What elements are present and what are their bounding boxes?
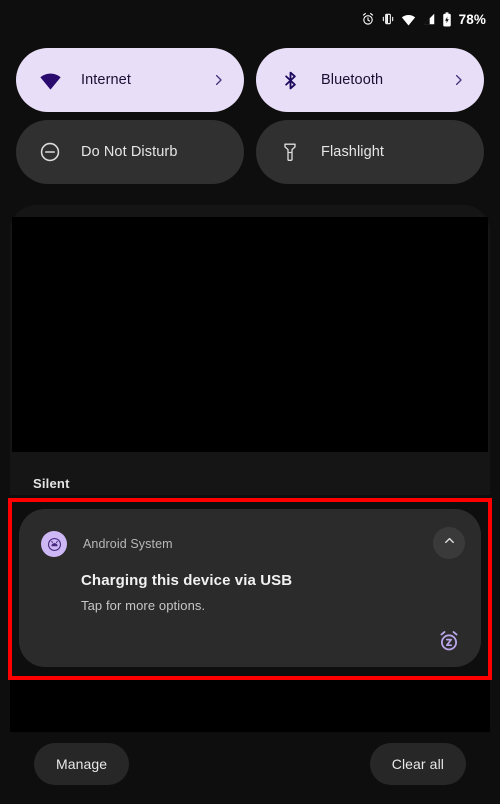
wifi-icon <box>401 12 416 27</box>
notification-card-android-system[interactable]: Android System Charging this device via … <box>19 509 481 667</box>
snooze-alarm-icon <box>437 629 461 658</box>
notification-shade: 78% Internet Bluetooth Do Not Disturb Fl… <box>0 0 500 804</box>
android-system-icon <box>41 531 67 557</box>
wifi-icon <box>38 68 62 92</box>
clear-all-button[interactable]: Clear all <box>369 743 466 785</box>
shade-bottom-fill <box>10 680 490 732</box>
notification-body-text: Tap for more options. <box>81 598 206 613</box>
status-bar: 78% <box>0 0 500 38</box>
qs-tile-internet[interactable]: Internet <box>16 48 244 112</box>
notification-footer: Manage Clear all <box>0 742 500 786</box>
qs-tile-label-do-not-disturb: Do Not Disturb <box>81 144 178 160</box>
notification-highlight-box: Android System Charging this device via … <box>8 498 492 680</box>
flashlight-icon <box>278 140 302 164</box>
status-bar-icons: 78% <box>361 12 486 27</box>
qs-tile-flashlight[interactable]: Flashlight <box>256 120 484 184</box>
bluetooth-icon <box>278 68 302 92</box>
notification-collapse-button[interactable] <box>433 527 465 559</box>
quick-settings-grid: Internet Bluetooth Do Not Disturb Flashl… <box>16 48 484 184</box>
qs-tile-do-not-disturb[interactable]: Do Not Disturb <box>16 120 244 184</box>
notification-title: Charging this device via USB <box>81 572 293 589</box>
media-placeholder-region <box>12 217 488 452</box>
notification-app-name: Android System <box>83 537 173 551</box>
alarm-icon <box>361 12 375 26</box>
notification-snooze-button[interactable] <box>435 629 463 657</box>
qs-tile-label-flashlight: Flashlight <box>321 144 385 160</box>
battery-icon <box>442 11 452 27</box>
do-not-disturb-icon <box>38 140 62 164</box>
qs-tile-label-bluetooth: Bluetooth <box>321 72 384 88</box>
manage-button[interactable]: Manage <box>34 743 130 785</box>
shade-panel-region <box>10 205 490 495</box>
battery-percentage: 78% <box>458 11 486 27</box>
vibrate-icon <box>381 12 395 26</box>
qs-tile-label-internet: Internet <box>81 72 131 88</box>
chevron-right-icon[interactable] <box>211 73 226 88</box>
notification-section-header-silent: Silent <box>33 476 70 491</box>
qs-tile-bluetooth[interactable]: Bluetooth <box>256 48 484 112</box>
chevron-up-icon <box>442 533 457 553</box>
notification-header: Android System <box>41 531 173 557</box>
chevron-right-icon[interactable] <box>451 73 466 88</box>
cellular-signal-icon <box>422 12 436 26</box>
